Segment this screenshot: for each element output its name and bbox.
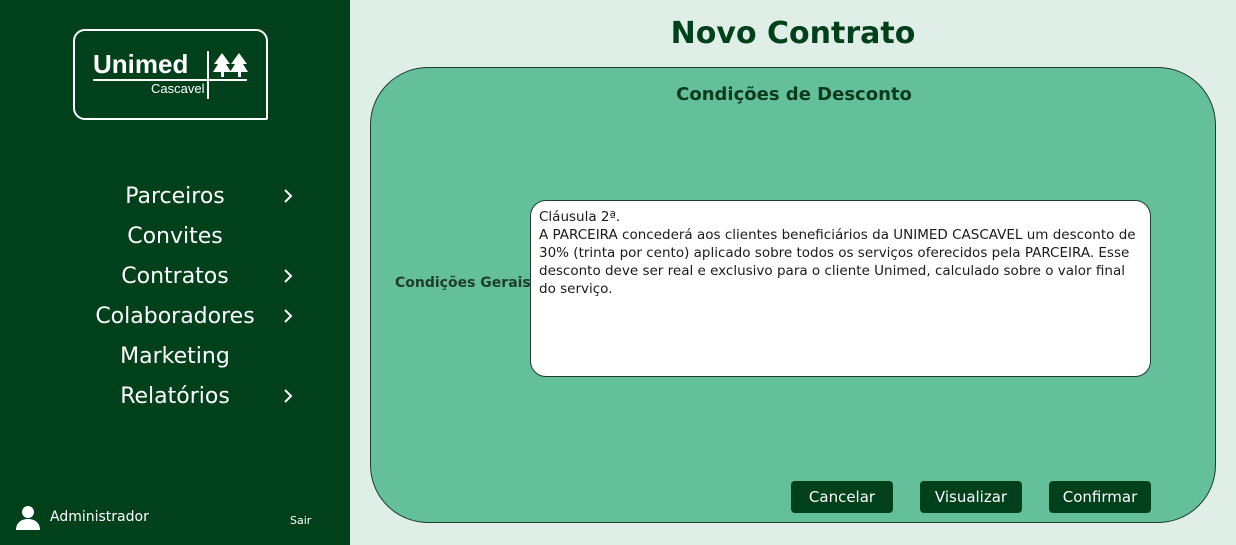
user-icon	[16, 506, 40, 530]
nav-item-marketing[interactable]: Marketing	[0, 336, 350, 376]
nav-label: Marketing	[120, 343, 230, 369]
chevron-right-icon	[284, 309, 293, 323]
preview-button[interactable]: Visualizar	[920, 481, 1022, 513]
logo-wordmark: Unimed	[93, 49, 189, 79]
main-content: Novo Contrato Condições de Desconto Cond…	[350, 0, 1236, 545]
nav-item-contratos[interactable]: Contratos	[0, 256, 350, 296]
nav-label: Colaboradores	[95, 303, 255, 329]
chevron-right-icon	[284, 269, 293, 283]
cancel-button[interactable]: Cancelar	[791, 481, 893, 513]
nav-label: Convites	[127, 223, 223, 249]
logout-link[interactable]: Sair	[290, 514, 311, 527]
page-title: Novo Contrato	[670, 16, 916, 51]
main-nav: Parceiros Convites Contratos Colaborador…	[0, 176, 350, 416]
nav-item-relatorios[interactable]: Relatórios	[0, 376, 350, 416]
nav-label: Contratos	[121, 263, 229, 289]
section-title: Condições de Desconto	[676, 84, 912, 105]
logo-city: Cascavel	[151, 81, 205, 96]
sidebar: Unimed Cascavel Parceiros Convites Contr…	[0, 0, 350, 545]
pine-trees-icon	[213, 53, 248, 77]
chevron-right-icon	[284, 189, 293, 203]
nav-label: Relatórios	[120, 383, 230, 409]
nav-item-colaboradores[interactable]: Colaboradores	[0, 296, 350, 336]
nav-label: Parceiros	[125, 183, 225, 209]
unimed-logo[interactable]: Unimed Cascavel	[73, 29, 268, 120]
nav-item-convites[interactable]: Convites	[0, 216, 350, 256]
general-conditions-label: Condições Gerais:	[395, 275, 537, 291]
chevron-right-icon	[284, 389, 293, 403]
confirm-button[interactable]: Confirmar	[1049, 481, 1151, 513]
logo-separator	[207, 51, 209, 99]
user-area: Administrador Sair	[14, 503, 334, 533]
user-name: Administrador	[50, 509, 149, 525]
nav-item-parceiros[interactable]: Parceiros	[0, 176, 350, 216]
general-conditions-textarea[interactable]: Cláusula 2ª. A PARCEIRA concederá aos cl…	[530, 200, 1151, 377]
discount-conditions-card: Condições de Desconto Condições Gerais: …	[370, 67, 1216, 523]
